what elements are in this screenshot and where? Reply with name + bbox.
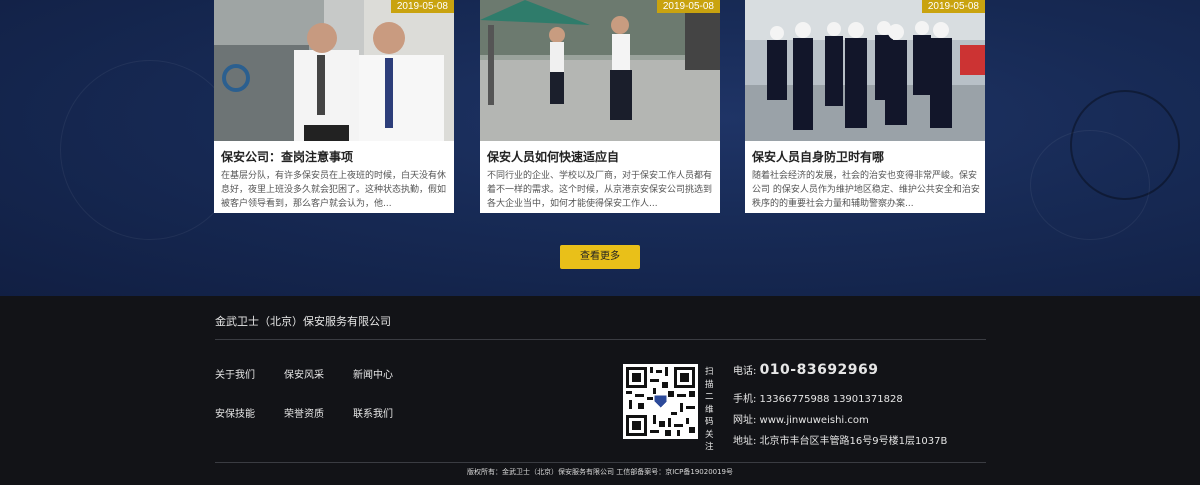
phone-number[interactable]: 010-83692969 (760, 362, 879, 378)
contact-mobile: 手机: 13366775988 13901371828 (733, 394, 903, 405)
news-card[interactable]: 2019-05-08 保安人员自身防卫时有哪 随着社会经济的发展，社会的治安也变… (745, 0, 985, 213)
footer-link-about[interactable]: 关于我们 (215, 366, 255, 381)
phone-label: 电话: (733, 366, 757, 377)
footer-divider (215, 339, 986, 340)
qr-code (623, 364, 698, 439)
footer-divider (215, 462, 986, 463)
copyright-text: 版权所有：金武卫士（北京）保安服务有限公司 工信部备案号：京ICP备190200… (466, 468, 734, 476)
footer: 金武卫士（北京）保安服务有限公司 关于我们 保安风采 新闻中心 安保技能 荣誉资… (0, 296, 1200, 485)
news-title[interactable]: 保安人员如何快速适应自 (487, 148, 619, 165)
background-balloon (60, 60, 240, 240)
news-date: 2019-05-08 (390, 0, 454, 13)
view-more-button[interactable]: 查看更多 (560, 245, 640, 269)
footer-link-honors[interactable]: 荣誉资质 (284, 405, 324, 420)
qr-caption: 扫描二维码关注 (705, 367, 714, 452)
news-summary: 随着社会经济的发展，社会的治安也变得非常严峻。保安公司 的保安人员作为维护地区稳… (752, 171, 980, 209)
news-summary: 不同行业的企业、学校以及厂商，对于保安工作人员都有着不一样的需求。这个时候，从京… (487, 171, 713, 209)
footer-link-style[interactable]: 保安风采 (284, 366, 324, 381)
footer-link-contact[interactable]: 联系我们 (353, 405, 393, 420)
contact-address: 地址: 北京市丰台区丰管路16号9号楼1层1037B (733, 436, 948, 447)
contact-phone: 电话: 010-83692969 (733, 362, 879, 378)
news-section: 2019-05-08 保安公司：查岗注意事项 在基层分队，有许多保安员在上夜班的… (0, 0, 1200, 296)
news-card[interactable]: 2019-05-08 保安公司：查岗注意事项 在基层分队，有许多保安员在上夜班的… (214, 0, 454, 213)
news-photo-guards-office[interactable] (214, 0, 454, 141)
news-summary: 在基层分队，有许多保安员在上夜班的时候，白天没有休息好，夜里上班没多久就会犯困了… (221, 171, 447, 209)
news-photo-guard-gate[interactable] (480, 0, 720, 141)
footer-link-news[interactable]: 新闻中心 (353, 366, 393, 381)
news-card[interactable]: 2019-05-08 保安人员如何快速适应自 不同行业的企业、学校以及厂商，对于… (480, 0, 720, 213)
footer-company-name: 金武卫士（北京）保安服务有限公司 (215, 315, 391, 328)
contact-website[interactable]: 网址: www.jinwuweishi.com (733, 411, 869, 426)
news-title[interactable]: 保安人员自身防卫时有哪 (752, 148, 884, 165)
news-photo-guards-marching[interactable] (745, 0, 985, 141)
news-date: 2019-05-08 (921, 0, 985, 13)
footer-link-skills[interactable]: 安保技能 (215, 405, 255, 420)
news-date: 2019-05-08 (656, 0, 720, 13)
news-title[interactable]: 保安公司：查岗注意事项 (221, 148, 353, 165)
